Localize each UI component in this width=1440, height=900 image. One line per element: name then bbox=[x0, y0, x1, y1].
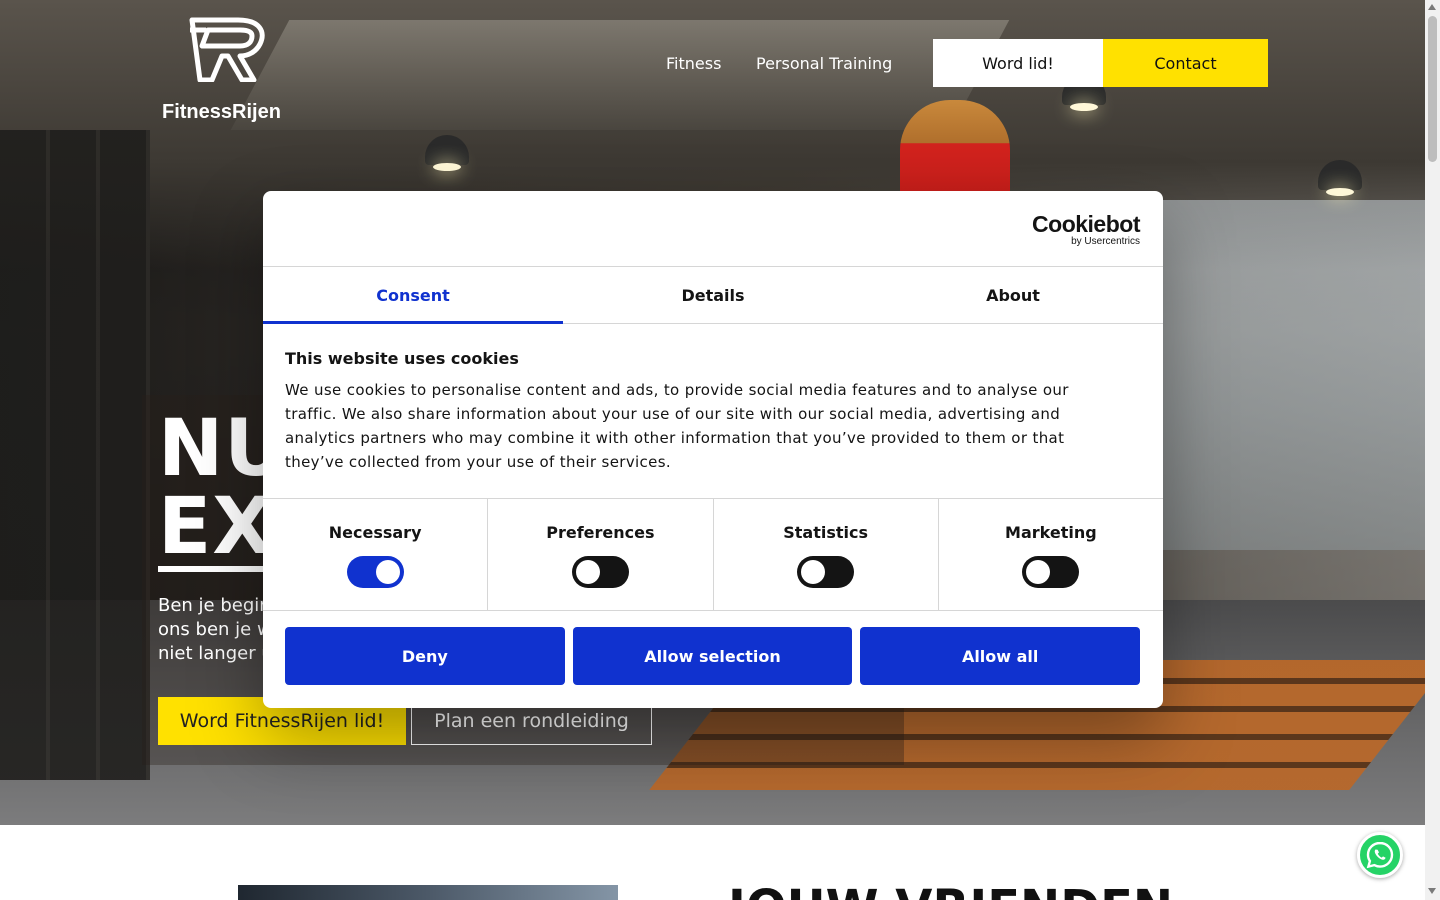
toggle-label: Necessary bbox=[328, 523, 422, 542]
toggle-label: Marketing bbox=[1005, 523, 1097, 542]
ventilation-duct-decoration bbox=[230, 20, 1010, 130]
dialog-text: We use cookies to personalise content an… bbox=[285, 381, 1069, 471]
logo-text: FitnessRijen bbox=[162, 101, 281, 123]
dialog-title: This website uses cookies bbox=[285, 349, 519, 368]
toggle-marketing: Marketing bbox=[939, 499, 1163, 610]
fitnessrijen-logo-icon bbox=[189, 17, 265, 82]
tab-about[interactable]: About bbox=[863, 267, 1163, 323]
cookiebot-brand-sub: by Usercentrics bbox=[1071, 236, 1140, 247]
nav-link-personal-training[interactable]: Personal Training bbox=[756, 54, 892, 73]
allow-all-button[interactable]: Allow all bbox=[860, 627, 1141, 685]
allow-selection-button[interactable]: Allow selection bbox=[572, 627, 853, 685]
hero-title-line-2: EX bbox=[158, 482, 274, 572]
scroll-thumb[interactable] bbox=[1428, 16, 1437, 162]
dialog-tabs: Consent Details About bbox=[263, 267, 1163, 324]
preferences-switch[interactable] bbox=[571, 556, 629, 588]
scroll-up-arrow-icon[interactable] bbox=[1428, 4, 1436, 10]
nav-link-fitness[interactable]: Fitness bbox=[666, 54, 721, 73]
toggle-necessary: Necessary bbox=[263, 499, 489, 610]
toggle-label: Statistics bbox=[783, 523, 868, 542]
dialog-body: This website uses cookies We use cookies… bbox=[285, 349, 1125, 474]
whatsapp-icon bbox=[1366, 841, 1394, 869]
statistics-switch[interactable] bbox=[797, 556, 855, 588]
dialog-actions: Deny Allow selection Allow all bbox=[285, 627, 1141, 685]
toggle-label: Preferences bbox=[546, 523, 655, 542]
person-decoration bbox=[900, 100, 1010, 195]
contact-button[interactable]: Contact bbox=[1103, 39, 1268, 87]
scroll-down-arrow-icon[interactable] bbox=[1428, 888, 1436, 894]
toggle-statistics: Statistics bbox=[714, 499, 939, 610]
deny-button[interactable]: Deny bbox=[285, 627, 565, 685]
tab-consent[interactable]: Consent bbox=[263, 267, 563, 324]
cookie-toggles: Necessary Preferences Statistics Marketi… bbox=[263, 498, 1163, 611]
lockers-decoration bbox=[0, 130, 150, 780]
section-heading: JOUW VRIENDEN bbox=[728, 884, 1173, 900]
join-button[interactable]: Word lid! bbox=[933, 39, 1103, 87]
necessary-switch[interactable] bbox=[346, 556, 404, 588]
window-decoration bbox=[1160, 200, 1425, 550]
toggle-preferences: Preferences bbox=[488, 499, 714, 610]
page-scrollbar[interactable] bbox=[1425, 0, 1440, 900]
site-logo[interactable]: FitnessRijen bbox=[160, 16, 300, 122]
cookiebot-brand: Cookiebot bbox=[1032, 211, 1140, 237]
tab-details[interactable]: Details bbox=[563, 267, 863, 323]
marketing-switch[interactable] bbox=[1022, 556, 1080, 588]
cookie-consent-dialog: Cookiebot by Usercentrics Consent Detail… bbox=[263, 191, 1163, 708]
cookiebot-logo: Cookiebot by Usercentrics bbox=[1032, 213, 1140, 247]
dialog-header: Cookiebot by Usercentrics bbox=[263, 191, 1163, 267]
whatsapp-button[interactable] bbox=[1357, 832, 1403, 878]
section-image bbox=[238, 885, 618, 900]
